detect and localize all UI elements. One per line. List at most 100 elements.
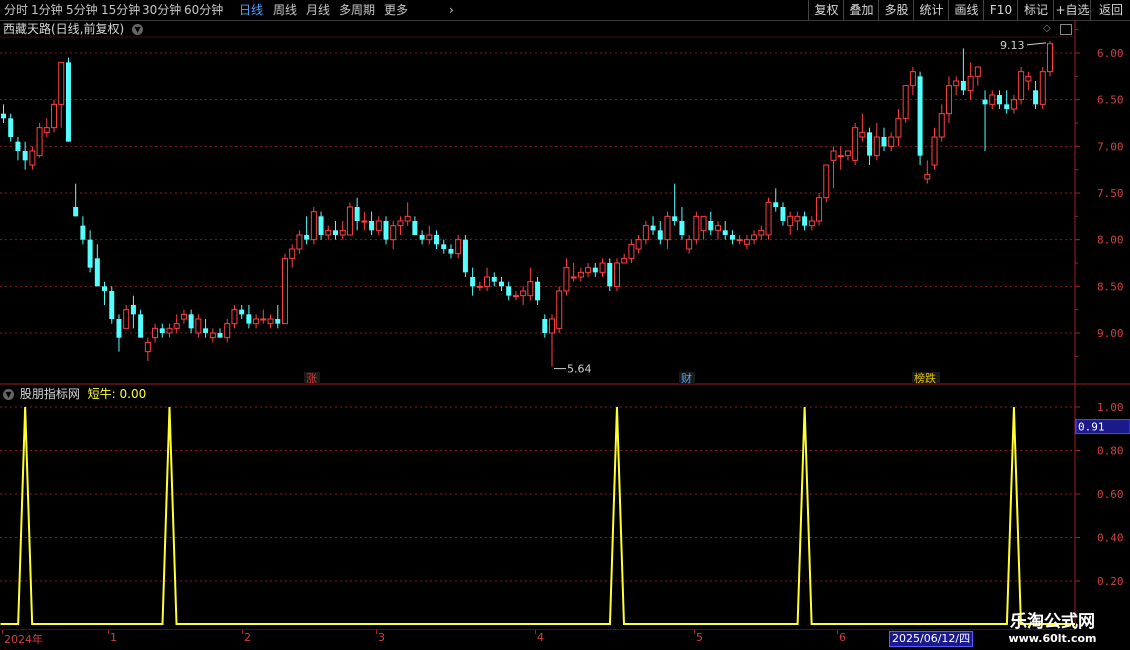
indicator-tick-label: 0.60 [1097, 488, 1124, 501]
candle-body [679, 221, 685, 235]
candle-body [390, 225, 397, 241]
candle-body [318, 216, 324, 235]
candle-body [535, 281, 541, 301]
candle-body [239, 309, 245, 315]
candle-body [231, 309, 238, 325]
candle-body [1025, 75, 1032, 82]
candle-body [577, 271, 584, 278]
candle-body [982, 99, 988, 105]
date-tick [108, 630, 109, 634]
candle-body [837, 155, 844, 158]
candle-body [476, 285, 483, 288]
candle-body [1, 113, 6, 119]
watermark-line1: 乐淘公式网 [1010, 612, 1095, 632]
indicator-header: ▼ 股朋指标网 短牛: 0.00 [3, 387, 146, 401]
candle-body [275, 319, 281, 324]
price-tick-label: 7.50 [1097, 187, 1124, 200]
candle-body [570, 276, 577, 279]
indicator-tick-label: 0.20 [1097, 575, 1124, 588]
candle-body [787, 215, 794, 227]
candle-body [924, 173, 931, 180]
candle-body [253, 318, 260, 325]
candle-body [888, 136, 895, 147]
candle-body [895, 117, 902, 138]
candle-body [498, 281, 504, 287]
candle-body [996, 95, 1002, 105]
candle-body [188, 314, 194, 329]
event-tag-1: 财 [681, 371, 692, 385]
candle-body [989, 94, 996, 105]
candle-body [224, 323, 231, 339]
indicator-series-label: 短牛: [87, 387, 116, 401]
chevron-down-icon[interactable]: ▼ [3, 389, 14, 400]
indicator-tick-label: 0.80 [1097, 445, 1124, 458]
candle-body [484, 276, 491, 287]
candle-body [116, 319, 122, 338]
candle-body [780, 207, 786, 221]
candle-body [592, 267, 598, 273]
candle-body [621, 257, 628, 264]
candle-body [722, 230, 728, 235]
candle-body [859, 131, 866, 138]
candle-body [802, 216, 808, 226]
candle-body [549, 318, 556, 334]
candle-body [209, 332, 216, 339]
candlestick-chart[interactable]: 9.00 8.50 8.00 7.50 7.00 6.50 6.00 9.13 5.64 涨 财 榜跌… [0, 0, 1130, 630]
indicator-tick-label: 0.40 [1097, 532, 1124, 545]
candle-body [873, 136, 880, 157]
candle-body [542, 319, 548, 333]
candle-body [325, 229, 332, 236]
price-tick-label: 8.50 [1097, 280, 1124, 293]
candle-body [708, 221, 714, 231]
candle-body [375, 220, 382, 231]
candle-body [36, 127, 43, 157]
date-tick [694, 630, 695, 634]
candle-body [462, 239, 468, 273]
candle-body [434, 235, 440, 245]
candle-body [65, 62, 71, 142]
candle-body [852, 127, 859, 161]
candle-body [152, 327, 159, 339]
candle-body [73, 207, 79, 217]
candle-body [339, 229, 346, 236]
event-tag-2: 榜跌 [914, 371, 936, 385]
candle-body [29, 150, 36, 166]
candle-body [180, 313, 187, 320]
candle-body [51, 103, 58, 129]
candle-body [664, 215, 671, 241]
date-tick [242, 630, 243, 634]
candle-body [203, 328, 209, 333]
indicator-name: 股朋指标网 [19, 387, 80, 401]
candle-body [628, 243, 635, 259]
date-label: 5 [696, 631, 703, 644]
date-tick [2, 630, 3, 634]
candle-body [58, 61, 65, 105]
candle-body [867, 132, 873, 156]
candle-body [346, 206, 353, 236]
candle-body [173, 323, 180, 329]
current-value-label: 0.91 [1078, 421, 1105, 434]
candle-body [960, 81, 966, 91]
candle-body [267, 318, 274, 325]
candle-body [296, 234, 303, 250]
candle-body [448, 249, 454, 254]
candle-body [144, 341, 151, 353]
candle-body [607, 263, 613, 287]
candle-body [527, 281, 534, 297]
price-tick-label: 7.00 [1097, 140, 1124, 153]
candle-body [729, 235, 735, 240]
price-tick-label: 9.00 [1097, 327, 1124, 340]
candle-body [909, 71, 916, 87]
candle-body [686, 239, 693, 250]
candle-body [332, 230, 338, 235]
date-label: 6 [839, 631, 846, 644]
candle-body [109, 291, 115, 319]
candle-body [599, 262, 606, 273]
date-tick [376, 630, 377, 634]
candle-body [823, 164, 830, 199]
candle-body [397, 220, 404, 227]
low-label: 5.64 [567, 363, 592, 376]
candle-body [917, 76, 923, 156]
price-tick-label: 8.00 [1097, 234, 1124, 247]
candle-body [281, 257, 288, 325]
